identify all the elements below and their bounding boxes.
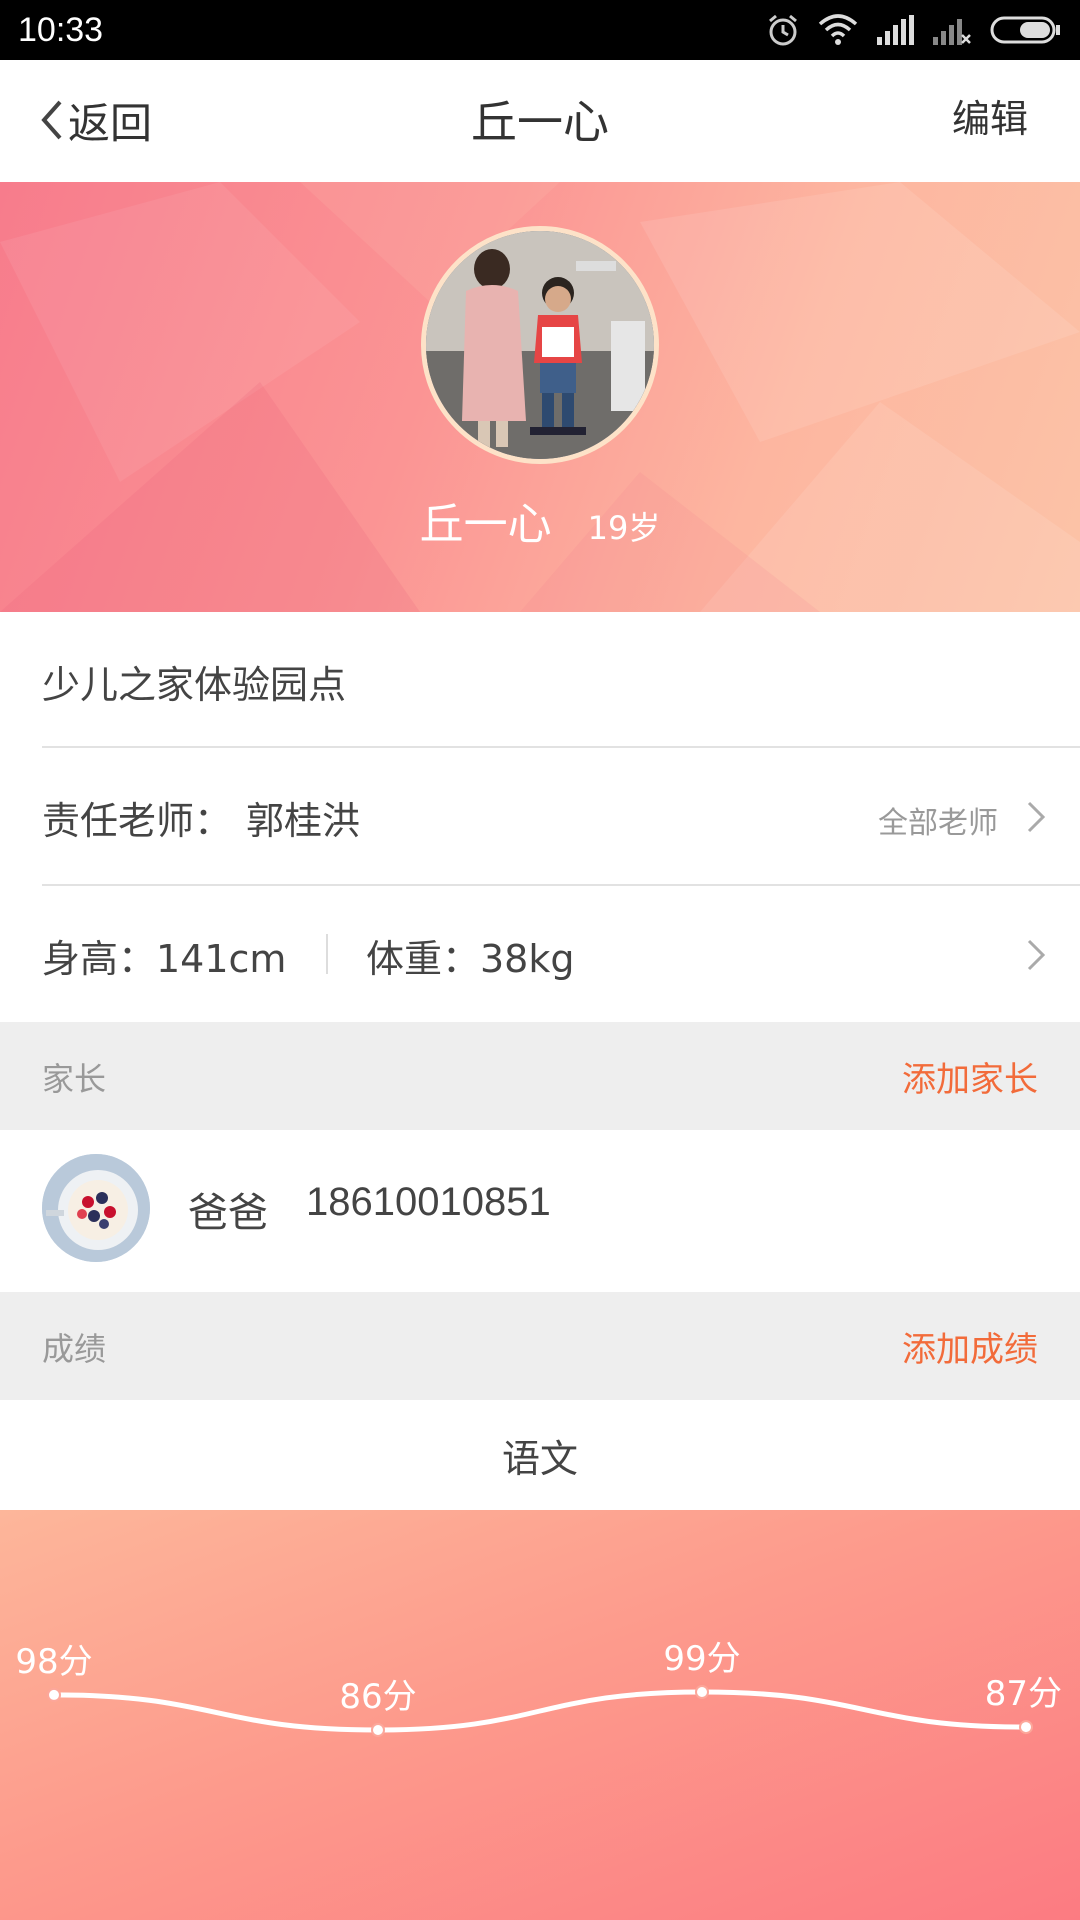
- student-age: 19岁: [587, 509, 661, 547]
- height-value: 身高：141cm: [42, 937, 287, 981]
- nav-bar: 返回 丘一心 编辑: [0, 60, 1080, 182]
- page-title: 丘一心: [471, 95, 609, 149]
- teacher-row[interactable]: 责任老师： 郭桂洪 全部老师: [0, 748, 1080, 886]
- body-stats-row[interactable]: 身高：141cm 体重：38kg: [0, 886, 1080, 1022]
- parent-avatar-image: [42, 1154, 150, 1262]
- score-line-chart: 98分 86分 99分 87分: [15, 1639, 1062, 1737]
- teacher-label: 责任老师：: [42, 799, 233, 843]
- stats-separator: [326, 934, 328, 974]
- add-parent-button[interactable]: 添加家长: [902, 1052, 1038, 1101]
- parent-relation: 爸爸: [188, 1190, 268, 1236]
- wifi-icon: [818, 14, 858, 45]
- teacher-name: 郭桂洪: [246, 799, 361, 843]
- all-teachers-link[interactable]: 全部老师: [878, 798, 998, 842]
- score-chart: 98分 86分 99分 87分: [0, 1510, 1080, 1920]
- back-label: 返回: [68, 98, 153, 148]
- chevron-left-icon: [41, 100, 62, 140]
- scores-section-title: 成绩: [42, 1330, 107, 1368]
- student-name-row: 丘一心 19岁: [0, 488, 1080, 552]
- back-button[interactable]: 返回: [38, 90, 152, 150]
- score-point[interactable]: [371, 1723, 385, 1737]
- parent-phone[interactable]: 18610010851: [306, 1180, 551, 1225]
- alarm-icon: [769, 14, 797, 46]
- score-data-label: 87分: [985, 1674, 1062, 1714]
- add-score-button[interactable]: 添加成绩: [902, 1322, 1038, 1371]
- signal-no-sim-icon: [933, 19, 971, 45]
- student-name: 丘一心: [419, 499, 552, 550]
- status-time: 10:33: [18, 11, 104, 49]
- profile-header: 丘一心 19岁: [0, 182, 1080, 612]
- parents-section-title: 家长: [42, 1060, 107, 1098]
- student-photo: [426, 231, 654, 459]
- chevron-right-icon: [1027, 801, 1046, 833]
- subject-row[interactable]: 语文: [0, 1400, 1080, 1510]
- score-data-label: 99分: [663, 1639, 740, 1679]
- subject-label: 语文: [501, 1437, 578, 1481]
- score-point[interactable]: [47, 1687, 61, 1702]
- school-row: 少儿之家体验园点: [0, 612, 1080, 748]
- scores-section-header: 成绩 添加成绩: [0, 1292, 1080, 1400]
- parents-section-header: 家长 添加家长: [0, 1022, 1080, 1130]
- score-point[interactable]: [695, 1685, 709, 1699]
- school-name: 少儿之家体验园点: [42, 663, 347, 707]
- parent-list-item[interactable]: 爸爸 18610010851: [0, 1130, 1080, 1292]
- status-bar: 10:33: [0, 0, 1080, 60]
- parent-avatar: [42, 1154, 150, 1262]
- status-icons: [766, 12, 1062, 48]
- score-data-label: 86分: [339, 1677, 416, 1717]
- edit-button[interactable]: 编辑: [952, 88, 1028, 143]
- weight-value: 体重：38kg: [366, 937, 575, 981]
- battery-icon: [990, 16, 1060, 44]
- score-series-line: [51, 1689, 1029, 1733]
- chevron-right-icon: [1027, 939, 1046, 971]
- student-avatar[interactable]: [421, 226, 659, 464]
- signal-icon: [877, 15, 914, 45]
- score-point[interactable]: [1019, 1720, 1033, 1735]
- score-data-label: 98分: [15, 1642, 92, 1682]
